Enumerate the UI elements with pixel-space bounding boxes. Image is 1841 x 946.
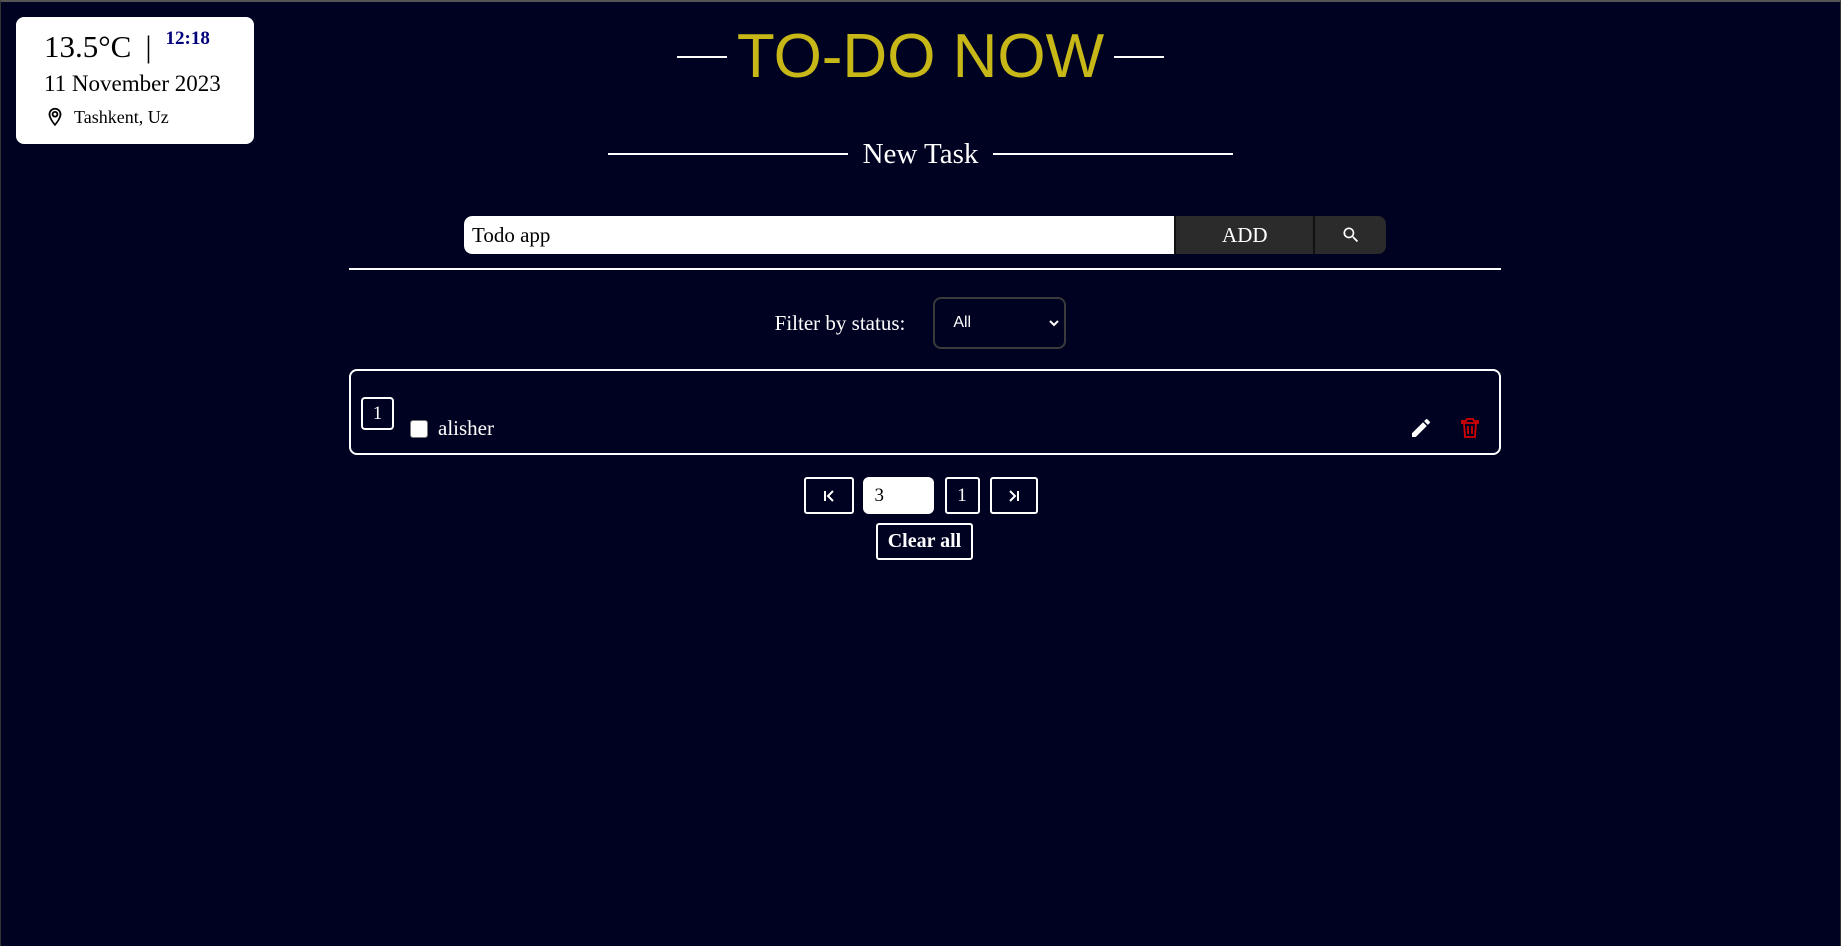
- task-input[interactable]: [464, 216, 1175, 254]
- search-button[interactable]: [1313, 216, 1386, 254]
- location: Tashkent, Uz: [44, 106, 254, 128]
- status-select-value: All: [953, 314, 972, 331]
- edit-icon[interactable]: [1409, 416, 1433, 440]
- divider: [349, 268, 1501, 270]
- page-title: TO-DO NOW: [736, 22, 1105, 91]
- items-per-page-input[interactable]: 3: [862, 477, 934, 514]
- task-item: 1 alisher: [349, 369, 1501, 455]
- search-icon: [1343, 227, 1358, 243]
- subtitle-divider-left: [607, 153, 848, 155]
- status-select[interactable]: All: [933, 297, 1067, 349]
- first-page-button[interactable]: [803, 477, 854, 514]
- app-title: TO-DO NOW: [1, 20, 1840, 94]
- status-filter: Filter by status: All: [1, 297, 1840, 349]
- page-number-button[interactable]: 1: [944, 477, 980, 514]
- last-page-button[interactable]: [989, 477, 1038, 514]
- subtitle-divider-right: [993, 153, 1234, 155]
- first-page-icon: [823, 489, 834, 502]
- title-divider-left: [676, 56, 727, 58]
- pagination: 3 1: [1, 477, 1840, 514]
- location-pin-icon: [48, 107, 62, 127]
- filter-label: Filter by status:: [774, 310, 906, 335]
- title-divider-right: [1114, 56, 1165, 58]
- add-button[interactable]: ADD: [1174, 216, 1314, 254]
- task-checkbox[interactable]: [410, 420, 428, 438]
- location-label: Tashkent, Uz: [74, 106, 169, 127]
- new-task-form: ADD: [464, 216, 1386, 254]
- clear-all-button[interactable]: Clear all: [876, 523, 973, 560]
- trash-icon[interactable]: [1458, 416, 1482, 440]
- task-number: 1: [361, 397, 394, 430]
- task-name: alisher: [438, 416, 494, 440]
- section-heading: New Task: [1, 134, 1840, 174]
- last-page-icon: [1008, 489, 1019, 502]
- section-title: New Task: [862, 138, 979, 170]
- chevron-down-icon: [1049, 320, 1060, 327]
